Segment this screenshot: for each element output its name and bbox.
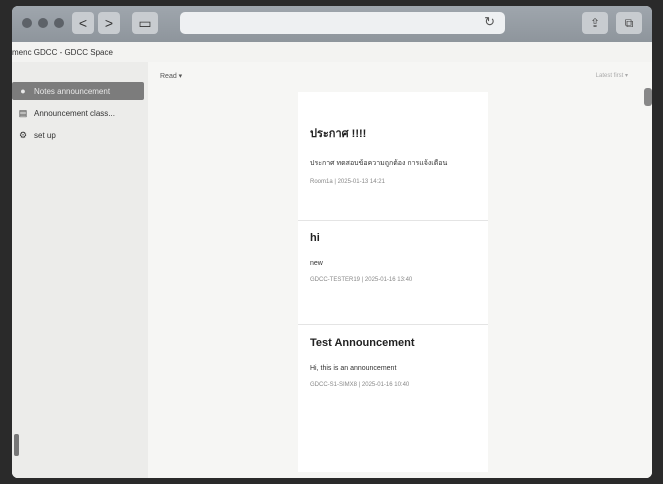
scrollbar-thumb[interactable] (644, 88, 652, 106)
share-icon[interactable]: ⇪ (582, 12, 608, 34)
dot-icon: ● (20, 86, 26, 96)
screen: < > ▭ ↻ ⇪ ⧉ menc GDCC - GDCC Space ● Not… (12, 6, 652, 478)
reload-icon[interactable]: ↻ (484, 14, 495, 30)
minimize-window-button[interactable] (38, 18, 48, 28)
announcement-card[interactable]: ประกาศ !!!! ประกาศ ทดสอบข้อความถูกต้อง ก… (310, 124, 485, 185)
sidebar: ● Notes announcement ▤ Announcement clas… (12, 62, 148, 478)
announcement-body: new (310, 260, 323, 267)
announcement-meta: Room1a | 2025-01-13 14:21 (310, 179, 385, 185)
read-filter-dropdown[interactable]: Read ▾ (160, 72, 182, 80)
sidebar-item-label: set up (34, 130, 56, 140)
announcement-card[interactable]: hi new GDCC-TESTER19 | 2025-01-16 13:40 (310, 232, 485, 283)
app-content: menc GDCC - GDCC Space ● Notes announcem… (12, 42, 652, 478)
announcement-body: Hi, this is an announcement (310, 365, 397, 372)
back-button[interactable]: < (72, 12, 94, 34)
sidebar-item-label: Announcement class... (34, 108, 115, 118)
sidebar-toggle-icon[interactable]: ▭ (132, 12, 158, 34)
announcement-title: Test Announcement (310, 337, 415, 349)
close-window-button[interactable] (22, 18, 32, 28)
window-controls (22, 18, 64, 28)
gear-icon: ⚙ (18, 129, 28, 140)
announcement-feed: ประกาศ !!!! ประกาศ ทดสอบข้อความถูกต้อง ก… (298, 92, 488, 472)
announcement-card[interactable]: Test Announcement Hi, this is an announc… (310, 337, 485, 388)
announcement-body: ประกาศ ทดสอบข้อความถูกต้อง การแจ้งเตือน (310, 160, 448, 167)
sidebar-item-announcement-class[interactable]: ▤ Announcement class... (12, 104, 144, 122)
tabs-icon[interactable]: ⧉ (616, 12, 642, 34)
sidebar-item-label: Notes announcement (34, 86, 111, 96)
list-icon: ▤ (18, 107, 28, 118)
browser-toolbar: < > ▭ ↻ ⇪ ⧉ (12, 6, 652, 42)
sort-dropdown[interactable]: Latest first ▾ (596, 72, 628, 79)
forward-button[interactable]: > (98, 12, 120, 34)
address-bar[interactable]: ↻ (180, 12, 505, 34)
scrollbar-thumb[interactable] (14, 434, 19, 456)
maximize-window-button[interactable] (54, 18, 64, 28)
divider (298, 220, 488, 221)
divider (298, 324, 488, 325)
announcement-title: hi (310, 232, 320, 244)
announcement-meta: GDCC-TESTER19 | 2025-01-16 13:40 (310, 277, 413, 283)
announcement-title: ประกาศ !!!! (310, 128, 367, 140)
main-panel: Read ▾ Latest first ▾ ประกาศ !!!! ประกาศ… (148, 62, 652, 478)
toolbar-actions: ⇪ ⧉ (582, 12, 642, 34)
announcement-meta: GDCC-S1-SIMX8 | 2025-01-16 10:40 (310, 382, 410, 388)
sidebar-item-set-up[interactable]: ⚙ set up (12, 126, 144, 144)
breadcrumb: menc GDCC - GDCC Space (12, 48, 113, 57)
navigation-buttons: < > ▭ (72, 12, 158, 34)
sidebar-item-notes-announcement[interactable]: ● Notes announcement (12, 82, 144, 100)
